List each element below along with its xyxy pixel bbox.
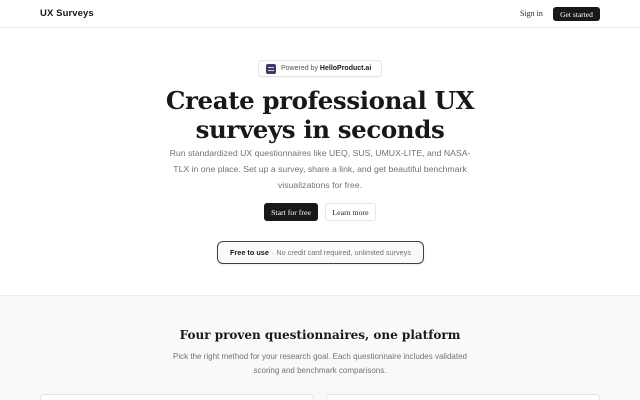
section-subtitle: Pick the right method for your research …: [150, 350, 490, 378]
powered-by-badge[interactable]: Powered by HelloProduct.ai: [258, 60, 382, 77]
hero-subtitle-line-2: TLX in one place. Set up a survey, share…: [173, 164, 467, 174]
hero-subtitle: Run standardized UX questionnaires like …: [156, 145, 484, 193]
questionnaire-card[interactable]: [326, 394, 600, 400]
learn-more-button[interactable]: Learn more: [325, 203, 376, 221]
brand-logo-text[interactable]: UX Surveys: [40, 8, 94, 19]
questionnaires-section: Four proven questionnaires, one platform…: [0, 295, 640, 400]
hero-subtitle-line-1: Run standardized UX questionnaires like …: [169, 148, 471, 158]
hero-title-line-1: Create professional UX: [165, 86, 475, 115]
questionnaire-card[interactable]: [40, 394, 314, 400]
helloproduct-logo-icon: [266, 63, 276, 74]
section-subtitle-line-2: scoring and benchmark comparisons.: [253, 366, 387, 375]
free-to-use-badge: Free to use · No credit card required, u…: [217, 241, 424, 264]
top-navigation-bar: UX Surveys Sign in Get started: [0, 0, 640, 28]
section-subtitle-line-1: Pick the right method for your research …: [173, 352, 467, 361]
powered-by-text: Powered by HelloProduct.ai: [281, 65, 371, 72]
powered-by-brand: HelloProduct.ai: [319, 65, 372, 72]
sign-in-link[interactable]: Sign in: [520, 9, 543, 18]
hero-title: Create professional UX surveys in second…: [0, 86, 640, 144]
section-title: Four proven questionnaires, one platform: [179, 328, 461, 342]
hero-title-line-2: surveys in seconds: [195, 115, 445, 144]
hero-subtitle-line-3: visualizations for free.: [277, 180, 363, 190]
free-to-use-details: · No credit card required, unlimited sur…: [271, 248, 412, 257]
free-to-use-label: Free to use: [229, 248, 269, 257]
powered-by-prefix: Powered by: [281, 65, 318, 72]
start-for-free-button[interactable]: Start for free: [264, 203, 318, 221]
get-started-button[interactable]: Get started: [553, 7, 600, 21]
